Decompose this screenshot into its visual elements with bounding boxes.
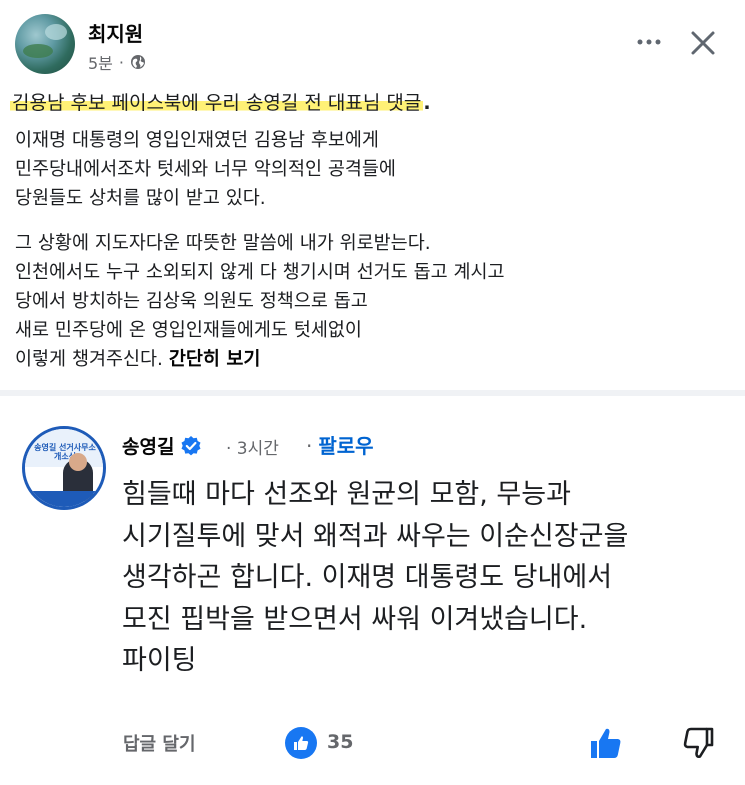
thumb-up-icon[interactable]: [587, 724, 625, 762]
highlight-period: .: [423, 92, 431, 114]
reply-button[interactable]: 답글 달기: [123, 730, 196, 756]
post-paragraph-2: 그 상황에 지도자다운 따뜻한 말씀에 내가 위로받는다. 인천에서도 누구 소…: [15, 229, 505, 374]
paragraph-line: 인천에서도 누구 소외되지 않게 다 챙기시며 선거도 돕고 계시고: [15, 262, 505, 283]
comment-body: 힘들때 마다 선조와 원균의 모함, 무능과 시기질투에 맞서 왜적과 싸우는 …: [122, 474, 722, 682]
follow-label[interactable]: 팔로우: [318, 434, 373, 458]
section-divider: [0, 390, 745, 396]
like-count[interactable]: 35: [327, 731, 353, 753]
like-reaction-icon[interactable]: [285, 727, 317, 759]
comment-line: 시기질투에 맞서 왜적과 싸우는 이순신장군을: [122, 520, 629, 552]
highlighted-text: 김용남 후보 페이스북에 우리 송영길 전 대표님 댓글: [10, 92, 424, 114]
paragraph-line: 이재명 대통령의 영입인재였던 김용남 후보에게: [15, 130, 379, 151]
paragraph-last-text: 이렇게 챙겨주신다.: [15, 349, 163, 370]
comment-line: 파이팅: [122, 645, 197, 676]
avatar-poster-text: 송영길 선거사무소 개소식: [34, 443, 96, 461]
comment-line: 생각하곤 합니다. 이재명 대통령도 당내에서: [122, 562, 613, 593]
post-header: 최지원 5분 ·: [0, 0, 745, 80]
paragraph-line: 민주당내에서조차 텃세와 너무 악의적인 공격들에: [15, 159, 396, 180]
see-less-link[interactable]: 간단히 보기: [169, 349, 261, 370]
comment-line: 모진 핍박을 받으면서 싸워 이겨냈습니다.: [122, 603, 588, 635]
author-avatar[interactable]: [15, 14, 75, 74]
post-highlight-line: 김용남 후보 페이스북에 우리 송영길 전 대표님 댓글.: [10, 88, 431, 115]
follow-link[interactable]: · 팔로우: [306, 430, 374, 459]
paragraph-line: 새로 민주당에 온 영입인재들에게도 텃세없이: [15, 320, 362, 341]
thumb-down-icon[interactable]: [679, 724, 717, 762]
comment-time: · 3시간: [226, 439, 279, 459]
comment-line: 힘들때 마다 선조와 원균의 모함, 무능과: [122, 479, 571, 510]
close-icon[interactable]: [686, 26, 720, 60]
paragraph-line: 당원들도 상처를 많이 받고 있다.: [15, 188, 266, 209]
paragraph-line: 그 상황에 지도자다운 따뜻한 말씀에 내가 위로받는다.: [15, 233, 431, 254]
more-icon[interactable]: [634, 30, 664, 54]
post-paragraph-1: 이재명 대통령의 영입인재였던 김용남 후보에게 민주당내에서조차 텃세와 너무…: [15, 126, 396, 213]
paragraph-line: 이렇게 챙겨주신다. 간단히 보기: [15, 345, 505, 374]
comment-author[interactable]: 송영길: [122, 432, 202, 459]
verified-icon: [181, 435, 201, 455]
follow-separator: ·: [306, 434, 313, 458]
post-meta: 5분 ·: [88, 50, 146, 74]
meta-separator: ·: [118, 52, 124, 72]
comment-avatar[interactable]: 송영길 선거사무소 개소식: [22, 426, 106, 510]
author-name[interactable]: 최지원: [88, 18, 143, 47]
post-time[interactable]: 5분: [88, 50, 113, 74]
paragraph-line: 당에서 방치하는 김상욱 의원도 정책으로 돕고: [15, 291, 368, 312]
globe-icon[interactable]: [130, 54, 146, 70]
comment-author-name[interactable]: 송영길: [122, 432, 174, 459]
